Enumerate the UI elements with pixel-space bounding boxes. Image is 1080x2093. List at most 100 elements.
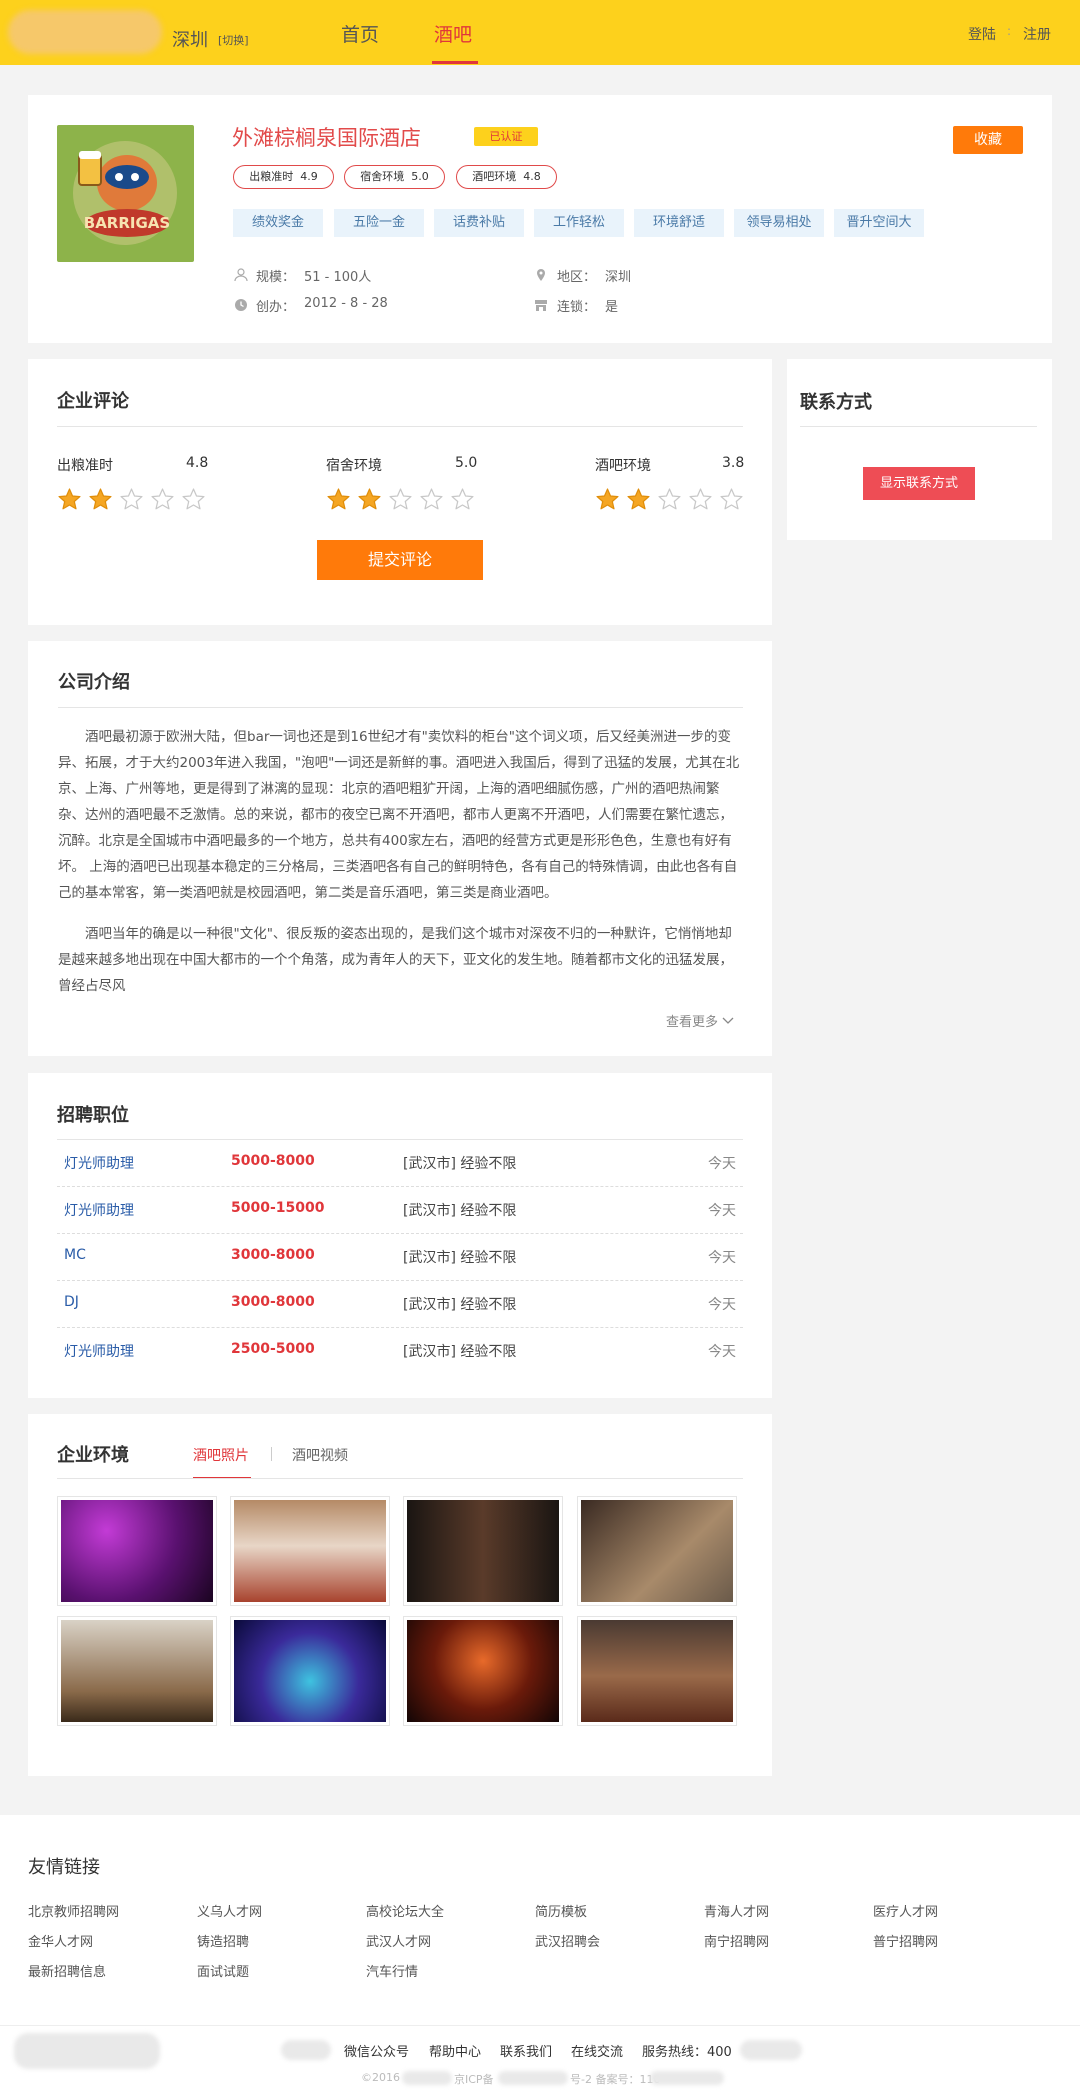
job-date: 今天	[708, 1156, 736, 1172]
switch-city-link[interactable]: [切换]	[218, 32, 249, 48]
intro-paragraph-1: 酒吧最初源于欧洲大陆，但bar一词也还是到16世纪才有"卖饮料的柜台"这个词义项…	[58, 729, 740, 901]
job-title[interactable]: 灯光师助理	[64, 1341, 134, 1361]
friend-link[interactable]: 高校论坛大全	[366, 1901, 444, 1920]
star-icon[interactable]	[450, 487, 475, 512]
friend-link[interactable]: 南宁招聘网	[704, 1931, 769, 1950]
job-row[interactable]: DJ 3000-8000 [武汉市] 经验不限 今天	[57, 1281, 743, 1327]
favorite-button[interactable]: 收藏	[953, 126, 1023, 154]
friend-links-title: 友情链接	[28, 1857, 100, 1878]
job-salary: 3000-8000	[231, 1294, 315, 1310]
photo-thumb[interactable]	[230, 1496, 390, 1606]
jobs-title: 招聘职位	[57, 1105, 129, 1126]
tab-bar-videos[interactable]: 酒吧视频	[292, 1445, 348, 1465]
job-title[interactable]: MC	[64, 1247, 86, 1263]
star-icon[interactable]	[181, 487, 206, 512]
star-icon[interactable]	[357, 487, 382, 512]
tab-bar-photos[interactable]: 酒吧照片	[193, 1445, 249, 1465]
photo-thumb[interactable]	[57, 1496, 217, 1606]
site-logo[interactable]	[8, 10, 162, 54]
review-label-dorm: 宿舍环境	[326, 458, 382, 474]
region-label: 地区：	[557, 270, 597, 285]
scale-value: 51 - 100人	[304, 270, 372, 285]
star-rating-bar[interactable]	[595, 487, 744, 512]
star-icon[interactable]	[626, 487, 651, 512]
friend-link[interactable]: 汽车行情	[366, 1961, 418, 1980]
star-icon[interactable]	[88, 487, 113, 512]
friend-link[interactable]: 义乌人才网	[197, 1901, 262, 1920]
friend-link[interactable]: 医疗人才网	[873, 1901, 938, 1920]
friend-link[interactable]: 面试试题	[197, 1961, 249, 1980]
rating-pill-dorm: 宿舍环境 5.0	[344, 165, 445, 189]
job-title[interactable]: DJ	[64, 1294, 79, 1310]
nav-home[interactable]: 首页	[341, 20, 379, 47]
footer-redacted	[650, 2071, 724, 2085]
star-icon[interactable]	[657, 487, 682, 512]
star-icon[interactable]	[719, 487, 744, 512]
divider	[57, 426, 743, 427]
tag-item: 工作轻松	[534, 209, 624, 237]
friend-link[interactable]: 武汉招聘会	[535, 1931, 600, 1950]
job-row[interactable]: 灯光师助理 5000-8000 [武汉市] 经验不限 今天	[57, 1140, 743, 1186]
person-icon	[234, 268, 248, 282]
job-date: 今天	[708, 1297, 736, 1313]
friend-link[interactable]: 北京教师招聘网	[28, 1901, 119, 1920]
star-rating-pay[interactable]	[57, 487, 206, 512]
job-title[interactable]: 灯光师助理	[64, 1200, 134, 1220]
job-row[interactable]: MC 3000-8000 [武汉市] 经验不限 今天	[57, 1234, 743, 1280]
chain-value: 是	[605, 300, 619, 315]
star-icon[interactable]	[150, 487, 175, 512]
photo-thumb[interactable]	[577, 1616, 737, 1726]
review-title: 企业评论	[57, 391, 129, 412]
login-link[interactable]: 登陆	[968, 24, 996, 44]
see-more-label: 查看更多	[666, 1015, 719, 1030]
star-rating-dorm[interactable]	[326, 487, 475, 512]
star-icon[interactable]	[119, 487, 144, 512]
location-pin-icon	[537, 269, 545, 281]
jobs-list: 灯光师助理 5000-8000 [武汉市] 经验不限 今天 灯光师助理 5000…	[57, 1140, 743, 1374]
job-row[interactable]: 灯光师助理 5000-15000 [武汉市] 经验不限 今天	[57, 1187, 743, 1233]
founded-value: 2012 - 8 - 28	[304, 296, 388, 311]
see-more-link[interactable]: 查看更多	[666, 1011, 734, 1030]
copyright-year: ©2016	[361, 2071, 400, 2084]
current-city: 深圳	[172, 30, 208, 51]
job-row[interactable]: 灯光师助理 2500-5000 [武汉市] 经验不限 今天	[57, 1328, 743, 1374]
footer-link-contact[interactable]: 联系我们	[500, 2041, 552, 2060]
friend-link[interactable]: 铸造招聘	[197, 1931, 249, 1950]
nav-bar[interactable]: 酒吧	[434, 20, 472, 47]
star-icon[interactable]	[595, 487, 620, 512]
job-salary: 5000-8000	[231, 1153, 315, 1169]
job-location: [武汉市] 经验不限	[403, 1297, 517, 1313]
friend-link[interactable]: 普宁招聘网	[873, 1931, 938, 1950]
friend-link[interactable]: 青海人才网	[704, 1901, 769, 1920]
submit-review-button[interactable]: 提交评论	[317, 540, 483, 580]
show-contact-button[interactable]: 显示联系方式	[863, 467, 975, 500]
friend-link[interactable]: 金华人才网	[28, 1931, 93, 1950]
star-icon[interactable]	[388, 487, 413, 512]
intro-paragraph-2: 酒吧当年的确是以一种很"文化"、很反叛的姿态出现的，是我们这个城市对深夜不归的一…	[58, 926, 733, 994]
verified-label: 已认证	[489, 130, 523, 143]
register-link[interactable]: 注册	[1023, 24, 1051, 44]
job-title[interactable]: 灯光师助理	[64, 1153, 134, 1173]
footer-link-help[interactable]: 帮助中心	[429, 2041, 481, 2060]
job-location: [武汉市] 经验不限	[403, 1156, 517, 1172]
footer-link-chat[interactable]: 在线交流	[571, 2041, 623, 2060]
job-location: [武汉市] 经验不限	[403, 1344, 517, 1360]
star-icon[interactable]	[419, 487, 444, 512]
friend-link[interactable]: 最新招聘信息	[28, 1961, 106, 1980]
photo-thumb[interactable]	[57, 1616, 217, 1726]
photo-thumb[interactable]	[403, 1616, 563, 1726]
company-logo: BARRIGAS	[57, 125, 194, 262]
photo-thumb[interactable]	[403, 1496, 563, 1606]
footer-logo	[14, 2033, 160, 2069]
friend-link[interactable]: 武汉人才网	[366, 1931, 431, 1950]
photo-thumb[interactable]	[577, 1496, 737, 1606]
footer-link-wechat[interactable]: 微信公众号	[344, 2041, 409, 2060]
chain-label: 连锁：	[557, 300, 597, 315]
star-icon[interactable]	[326, 487, 351, 512]
star-icon[interactable]	[57, 487, 82, 512]
region-value: 深圳	[605, 270, 632, 285]
copyright-icp: 京ICP备	[454, 2073, 494, 2086]
photo-thumb[interactable]	[230, 1616, 390, 1726]
star-icon[interactable]	[688, 487, 713, 512]
friend-link[interactable]: 简历模板	[535, 1901, 587, 1920]
